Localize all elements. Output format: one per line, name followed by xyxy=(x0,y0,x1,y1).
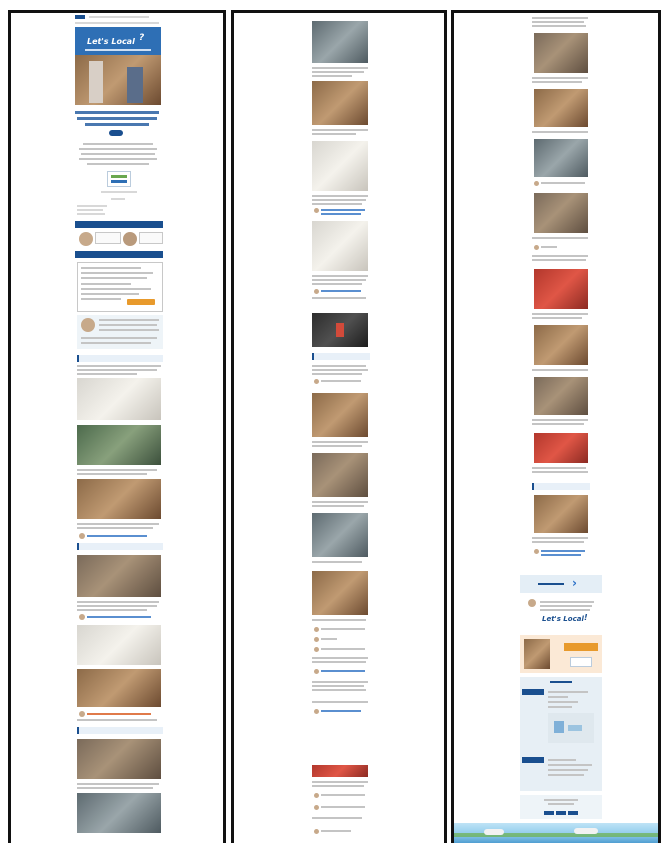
page-panel-1: Let's Local ? xyxy=(8,10,226,843)
section-bar-info xyxy=(75,251,163,258)
photo-worker-6 xyxy=(534,325,588,365)
photo-worker-8 xyxy=(534,433,588,463)
footer-illustration xyxy=(454,823,658,843)
writer-avatar xyxy=(528,599,536,607)
photo-document-2 xyxy=(312,221,368,271)
photo-instrument xyxy=(534,495,588,533)
photo-tools-1 xyxy=(312,21,368,63)
heading-workshop xyxy=(77,727,163,734)
photo-president xyxy=(77,555,161,597)
footer-logo-mark: ! xyxy=(584,613,588,622)
site-header xyxy=(75,15,165,20)
share-button-3[interactable] xyxy=(568,811,578,815)
photo-worker-4 xyxy=(534,193,588,233)
hero-image: Let's Local ? xyxy=(75,27,161,105)
video-thumbnail[interactable] xyxy=(312,313,368,347)
photo-building-1 xyxy=(77,378,161,420)
entry-button[interactable] xyxy=(564,643,598,651)
hero-logo-text: Let's Local xyxy=(87,37,135,46)
author-card xyxy=(77,315,163,349)
photo-worker-3 xyxy=(534,139,588,177)
photo-workshop-2 xyxy=(77,793,161,833)
share-button-1[interactable] xyxy=(544,811,554,815)
share-button-2[interactable] xyxy=(556,811,566,815)
photo-worker-1 xyxy=(534,33,588,73)
section-bar-members xyxy=(75,221,163,228)
next-article-banner[interactable]: › xyxy=(520,575,602,593)
photo-bottles xyxy=(312,453,368,497)
site-logo[interactable] xyxy=(75,15,85,19)
member-bubble-2 xyxy=(139,232,163,244)
photo-worker-2 xyxy=(534,89,588,127)
photo-building-2 xyxy=(77,425,161,465)
sponsor-logo xyxy=(107,171,131,187)
page-panel-2 xyxy=(231,10,447,843)
photo-hands-work xyxy=(312,513,368,557)
photo-red-banner xyxy=(312,765,368,777)
company-info xyxy=(520,677,602,791)
footer-logo-text: Let's Local xyxy=(542,615,584,623)
comment-avatar xyxy=(79,533,85,539)
entry-card xyxy=(520,635,602,673)
photo-factory-1 xyxy=(312,81,368,125)
photo-worker-7 xyxy=(534,377,588,415)
heading-company-intro xyxy=(77,355,163,362)
category-badge[interactable] xyxy=(109,130,123,136)
apply-button[interactable] xyxy=(127,299,155,305)
photo-certificate xyxy=(77,625,161,665)
member-avatar-1 xyxy=(79,232,93,246)
photo-meeting-room xyxy=(77,479,161,519)
chevron-right-icon[interactable]: › xyxy=(572,576,577,590)
photo-workshop-1 xyxy=(77,739,161,779)
member-bubble-1 xyxy=(95,232,121,244)
hero-logo-mark: ? xyxy=(139,33,145,43)
share-section xyxy=(520,795,602,819)
member-avatar-2 xyxy=(123,232,137,246)
page-panel-3: › Let's Local ! xyxy=(451,10,661,843)
photo-factory-3 xyxy=(312,571,368,615)
map[interactable] xyxy=(548,713,594,743)
photo-factory-2 xyxy=(312,393,368,437)
heading-president xyxy=(77,543,163,550)
heading-future xyxy=(532,483,590,490)
heading-factory-tour xyxy=(312,353,370,360)
photo-products xyxy=(77,669,161,707)
photo-document-1 xyxy=(312,141,368,191)
photo-worker-5 xyxy=(534,269,588,309)
